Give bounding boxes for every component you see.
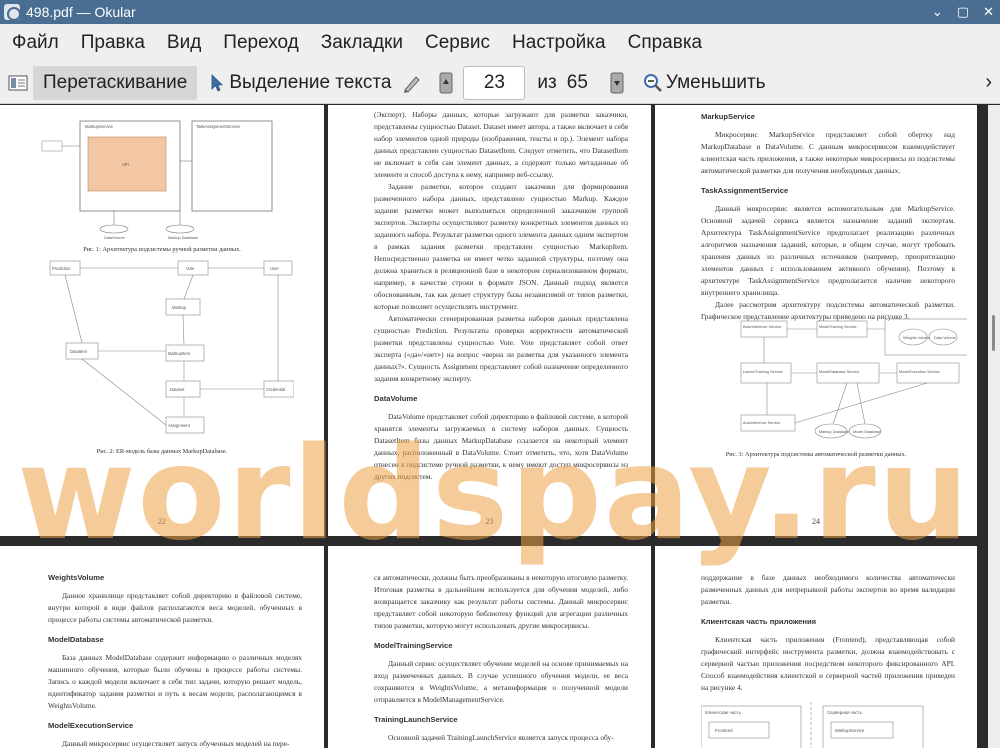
figure-2-er-diagram: Prediction Vote User Markup MarkupItem D… [49,260,294,434]
document-viewport[interactable]: MarkupService TaskAssignmentService API … [0,105,988,748]
cursor-icon [205,72,227,94]
fig1-label-api: API [122,162,129,167]
annotation-pen-icon[interactable] [401,72,423,94]
window-titlebar: 498.pdf — Okular ⌄ ▢ ✕ [0,0,1000,24]
er-label-prediction: Prediction [52,266,71,271]
toolbar-overflow-button[interactable]: › [985,71,992,94]
menu-view[interactable]: Вид [156,32,212,54]
fig3-label: AutoInference Service [743,421,780,425]
text-selection-tool-button[interactable]: Выделение текста [229,72,391,94]
browse-tool-button[interactable]: Перетаскивание [33,65,198,100]
menu-bar: Файл Правка Вид Переход Закладки Сервис … [0,24,1000,62]
paragraph: Микросервис MarkupService представляет с… [701,130,955,175]
fig4-label-server: Серверная часть [827,710,863,715]
paragraph: Основной задачей TrainingLaunchService я… [388,733,614,742]
menu-bookmarks[interactable]: Закладки [310,32,414,54]
paragraph: DataVolume представляет собой директорию… [374,412,628,481]
sidebar-toggle-icon[interactable] [7,72,29,94]
fig3-label: ModelExecution Service [899,370,940,374]
menu-tools[interactable]: Сервис [414,32,501,54]
window-title: 498.pdf — Okular [26,4,136,20]
fig4-label-frontend: Frontend [715,728,733,733]
pdf-page-23: (Эксперт). Наборы данных, которые загруж… [328,105,651,536]
section-heading: ModelExecutionService [48,721,134,730]
okular-app-icon [4,4,21,21]
fig3-label: BaseInference Service [743,325,781,329]
paragraph: Данное хранилище представляет собой дире… [48,591,302,624]
er-label-dataitem: DataItem [70,349,88,354]
section-heading: Клиентская часть приложения [701,617,817,626]
section-heading: WeightsVolume [48,573,105,582]
paragraph: Данный сервис осуществляет обучение моде… [374,659,628,704]
fig1-label-markupservice: MarkupService [85,124,114,129]
previous-page-icon[interactable] [435,72,457,94]
fig1-label-markupdb: Markup Database [168,236,198,240]
menu-go[interactable]: Переход [212,32,309,54]
menu-settings[interactable]: Настройка [501,32,617,54]
section-heading: DataVolume [374,394,418,403]
page-number: 23 [485,517,494,526]
menu-edit[interactable]: Правка [70,32,156,54]
er-label-dataset: Dataset [170,387,185,392]
main-toolbar: Перетаскивание Выделение текста 23 из 65… [0,62,1000,104]
paragraph: Клиентская часть приложения (Frontend), … [701,635,955,692]
figure-1-diagram: MarkupService TaskAssignmentService API … [41,120,273,240]
paragraph: База данных ModelDatabase содержит инфор… [48,653,302,710]
paragraph: Задание разметки, которое создают заказч… [374,182,628,311]
zoom-out-button[interactable]: Уменьшить [666,72,766,94]
figure-3-diagram: BaseInference Service ModelTraining Serv… [740,318,967,439]
paragraph: Автоматически сгенерированная разметка н… [374,314,628,383]
pdf-page-22: MarkupService TaskAssignmentService API … [0,105,324,536]
page-number: 22 [158,517,166,526]
page-count-separator: из [537,71,557,93]
section-heading: ModelDatabase [48,635,104,644]
next-page-icon[interactable] [606,72,628,94]
er-label-vote: Vote [186,266,195,271]
section-heading: ModelTrainingService [374,641,453,650]
fig1-label-datavolume: DataVolume [104,236,125,240]
paragraph: ся автоматически, должны быть преобразов… [374,573,628,630]
page-number-input[interactable]: 23 [463,65,526,100]
paragraph: Данный микросервис является вспомогатель… [701,204,955,297]
pdf-page-24: MarkupService Микросервис MarkupService … [655,105,977,536]
section-heading: MarkupService [701,112,756,121]
er-label-markup: Markup [172,305,187,310]
er-label-assignment: Assignment [168,423,191,428]
fig3-label: ModelTraining Service [819,325,857,329]
paragraph: Данный микросервис осуществляет запуск о… [62,739,290,748]
minimize-icon[interactable]: ⌄ [932,4,943,20]
maximize-icon[interactable]: ▢ [957,4,969,20]
er-label-markupitem: MarkupItem [168,351,191,356]
scrollbar-thumb[interactable] [992,315,995,351]
zoom-out-icon[interactable] [642,72,664,94]
er-label-credential: Credential [266,387,285,392]
figure-1-caption: Рис. 1: Архитектура подсистемы ручной ра… [83,246,241,253]
fig3-label: LaunchTraining Service [743,370,783,374]
paragraph: (Эксперт). Наборы данных, которые загруж… [374,110,628,179]
paragraph: поддержание в базе данных необходимого к… [701,573,955,606]
fig3-label: Markup Database [819,430,849,434]
figure-2-caption: Рис. 2: ER-модель базы данных MarkupData… [96,448,228,455]
menu-file[interactable]: Файл [0,32,70,54]
pdf-page-26: ся автоматически, должны быть преобразов… [328,546,651,748]
figure-4-diagram: Клиентская часть Серверная часть Fronten… [701,702,924,748]
vertical-scrollbar[interactable] [988,105,1000,748]
total-pages: 65 [566,71,588,93]
fig3-label: Data Volume [934,336,956,340]
fig1-label-taskassignment: TaskAssignmentService [196,124,241,129]
fig3-label: ModelDatabase Service [819,370,859,374]
menu-help[interactable]: Справка [617,32,714,54]
close-icon[interactable]: ✕ [983,4,994,20]
fig3-label: Weights Volume [903,336,930,340]
figure-3-caption: Рис. 3: Архитектура подсистемы автоматич… [725,451,907,458]
pdf-page-27: поддержание в базе данных необходимого к… [655,546,977,748]
pdf-page-25: WeightsVolume Данное хранилище представл… [0,546,324,748]
section-heading: TrainingLaunchService [374,715,458,724]
fig3-label: Model Database [853,430,881,434]
section-heading: TaskAssignmentService [701,186,789,195]
fig4-label-markupservice: MarkupService [835,728,865,733]
er-label-user: User [270,266,279,271]
fig4-label-client: Клиентская часть [705,710,742,715]
page-number: 24 [812,517,820,526]
